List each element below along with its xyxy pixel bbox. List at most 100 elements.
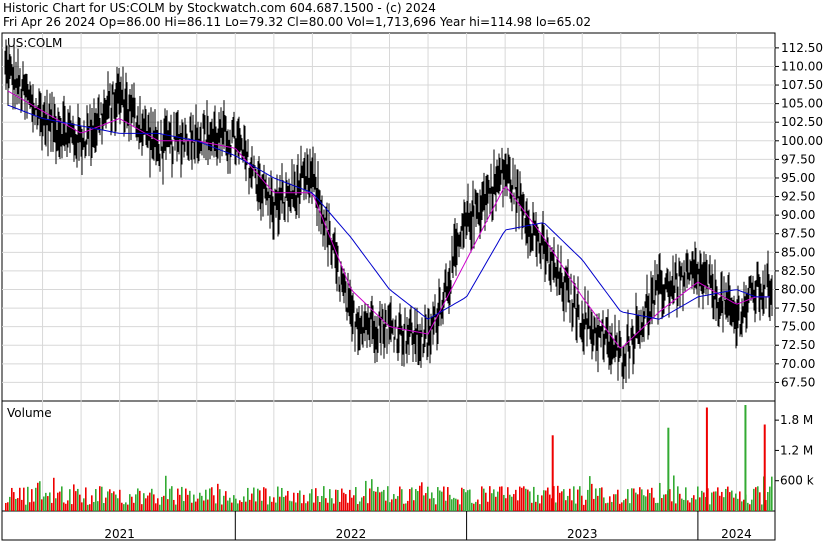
volume-bar [579,486,581,511]
volume-bar [545,490,547,511]
volume-bar [251,493,253,511]
volume-bar [55,498,57,511]
volume-bar [607,502,609,511]
volume-spike-bar [667,427,670,511]
volume-bar [767,492,769,511]
volume-bar [219,489,221,511]
volume-bar [603,497,605,511]
volume-bar [443,486,445,511]
volume-bar [25,504,27,511]
volume-bar [249,499,251,511]
volume-bar [601,487,603,511]
price-panel-title: US:COLM [7,36,62,50]
volume-bar [45,492,47,511]
volume-bar [433,498,435,511]
volume-bar [691,497,693,511]
volume-bar [693,495,695,511]
volume-bar [657,502,659,511]
volume-bar [177,488,179,511]
volume-bar [461,487,463,511]
volume-bar [97,501,99,511]
volume-bar [231,502,233,511]
volume-bar [51,502,53,511]
volume-bar [273,497,275,511]
volume-bar [571,500,573,511]
volume-bar [275,502,277,511]
volume-bar [679,493,681,511]
volume-bar [283,496,285,511]
volume-bar [569,488,571,511]
volume-bar [385,500,387,511]
volume-bar [289,500,291,511]
volume-bar [351,497,353,511]
volume-bar [75,491,77,511]
volume-bar [757,486,759,511]
volume-bar [225,491,227,511]
volume-bar [647,489,649,511]
volume-bar [297,492,299,511]
volume-bar [753,488,755,511]
volume-bar [651,487,653,511]
volume-tick-label: 1.2 M [780,443,813,457]
volume-bar [597,495,599,511]
volume-bar [5,502,7,511]
volume-bar [591,483,593,511]
volume-bar [585,499,587,511]
volume-bar [393,494,395,511]
volume-bar [183,501,185,511]
volume-bar [203,500,205,511]
volume-bar [543,490,545,511]
volume-bar [729,492,731,511]
volume-bar [445,500,447,511]
volume-bar [511,496,513,511]
volume-bar [541,495,543,511]
volume-bar [751,499,753,511]
volume-bar [195,501,197,511]
volume-bar [525,488,527,511]
volume-bar [365,480,367,511]
y-tick-label: 67.50 [781,375,815,389]
volume-bar [633,488,635,511]
volume-bar [459,504,461,511]
volume-bar [715,491,717,511]
volume-bar [209,488,211,511]
volume-bar [489,486,491,511]
volume-bar [49,492,51,511]
volume-bar [695,499,697,511]
volume-bar [367,503,369,511]
volume-bar [241,501,243,511]
volume-bar [201,495,203,511]
volume-bar [211,487,213,511]
volume-bar [229,497,231,511]
volume-bar [473,503,475,511]
volume-bar [641,489,643,511]
volume-bar [451,499,453,511]
volume-bar [533,486,535,511]
volume-bar [77,488,79,511]
volume-bar [529,491,531,511]
volume-bar [13,492,15,511]
volume-bar [429,498,431,511]
volume-bar [615,494,617,511]
volume-bar [479,504,481,511]
volume-bar [677,486,679,511]
volume-bar [113,491,115,511]
volume-tick-label: 600 k [780,474,814,488]
volume-bar [57,492,59,511]
volume-bar [675,503,677,511]
volume-bar [67,500,69,511]
y-tick-label: 72.50 [781,338,815,352]
volume-bar [173,499,175,511]
volume-bar [79,494,81,511]
y-tick-label: 82.50 [781,264,815,278]
volume-bar [735,493,737,511]
volume-bar [187,494,189,511]
volume-bar [347,502,349,511]
volume-bar [181,486,183,511]
volume-bar [621,502,623,511]
x-tick-label: 2024 [721,527,752,541]
volume-bar [141,504,143,511]
volume-bar [747,502,749,511]
volume-bar [309,493,311,511]
volume-bar [463,489,465,511]
